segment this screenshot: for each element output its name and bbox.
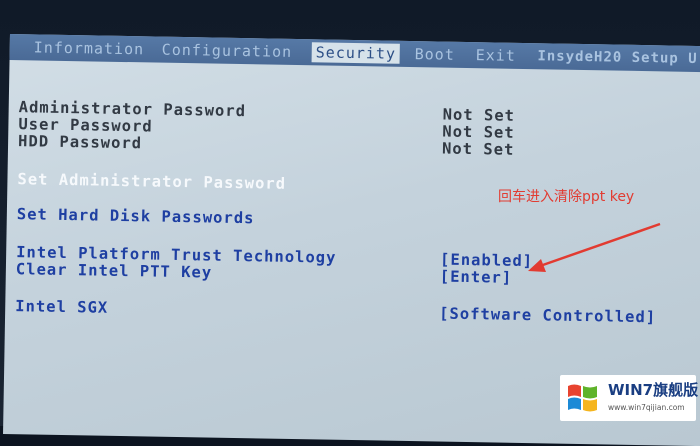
annotation-arrow-icon <box>528 222 661 272</box>
watermark-title: WIN7旗舰版 <box>608 381 699 399</box>
watermark: WIN7旗舰版 www.win7qijian.com <box>560 375 699 421</box>
watermark-url: www.win7qijian.com <box>608 403 685 412</box>
windows-flag-icon <box>568 384 597 412</box>
